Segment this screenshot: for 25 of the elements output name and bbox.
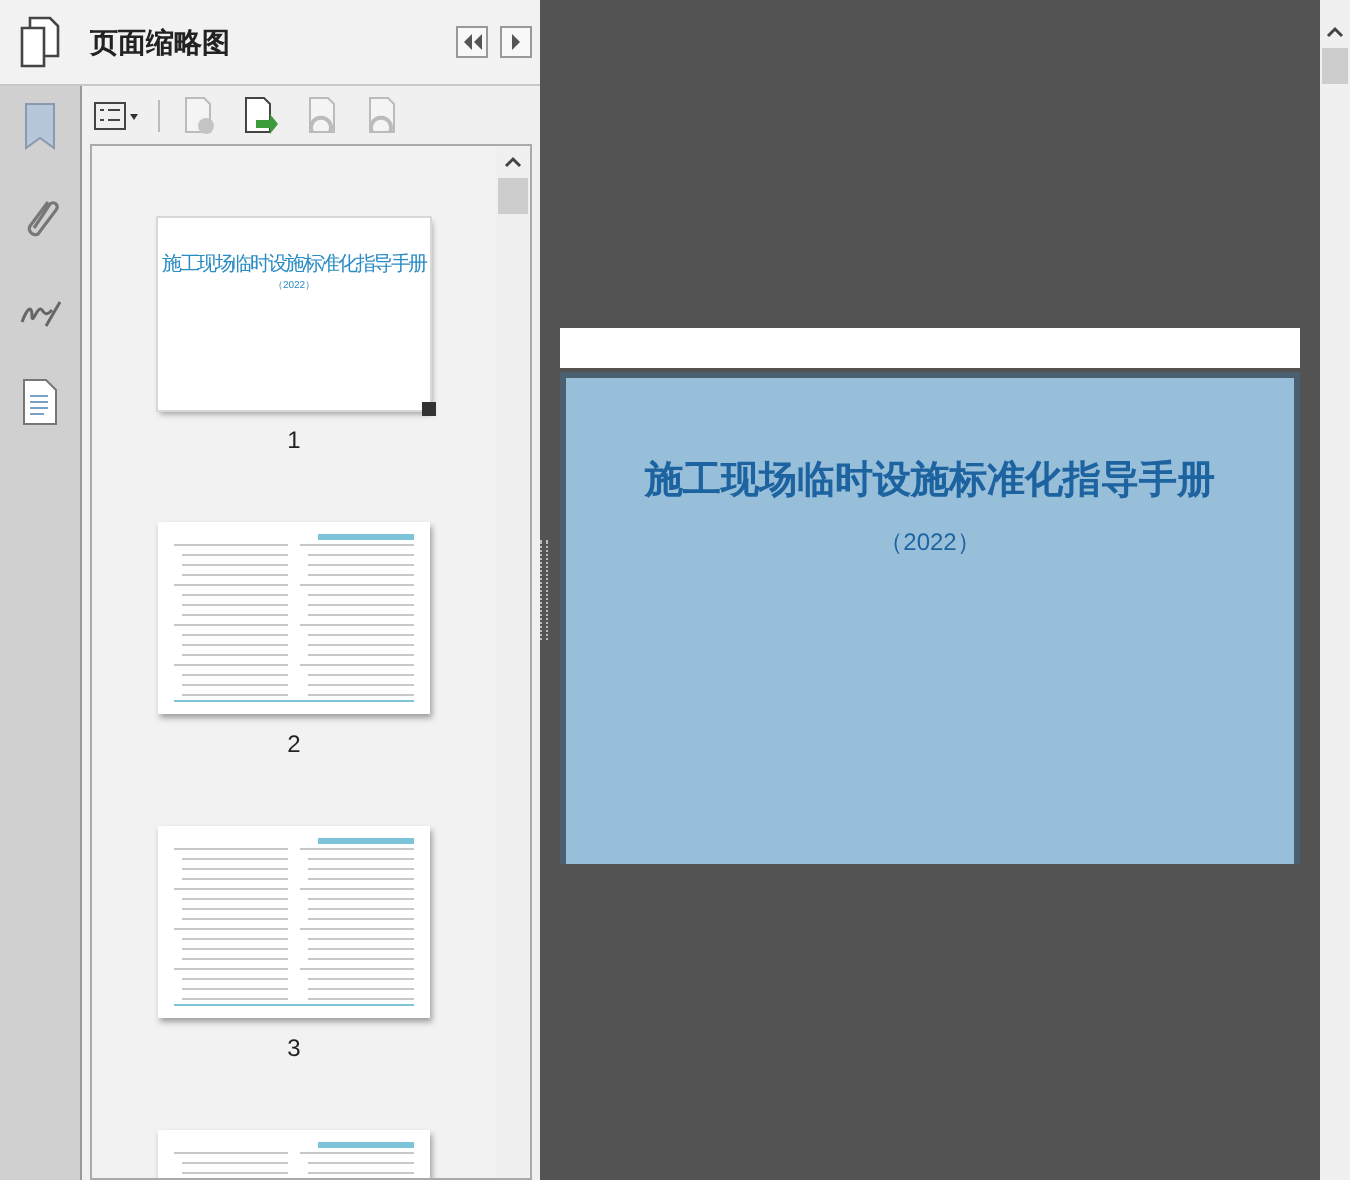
right-arrow-icon	[510, 34, 522, 50]
scrollbar-thumb[interactable]	[498, 178, 528, 214]
resize-handle[interactable]	[422, 402, 436, 416]
page-thumbnail[interactable]	[158, 522, 430, 714]
list-options-icon	[94, 101, 138, 129]
double-left-arrow-icon	[462, 34, 482, 50]
collapse-button[interactable]	[456, 26, 488, 58]
panel-title: 页面缩略图	[90, 23, 230, 61]
page-thumbnail[interactable]	[158, 826, 430, 1018]
scroll-up-icon[interactable]	[1326, 26, 1344, 38]
document-icon[interactable]	[18, 378, 62, 426]
scrollbar-thumb[interactable]	[1322, 48, 1348, 84]
document-subtitle: （2022）	[879, 525, 981, 559]
scroll-up-icon[interactable]	[504, 156, 522, 168]
document-title: 施工现场临时设施标准化指导手册	[645, 457, 1215, 506]
thumbnail-title: 施工现场临时设施标准化指导手册	[161, 254, 426, 278]
page-number: 1	[287, 424, 301, 458]
pages-icon[interactable]	[16, 16, 64, 68]
insert-page-icon[interactable]	[240, 95, 280, 135]
options-button[interactable]	[94, 101, 138, 129]
expand-button[interactable]	[500, 26, 532, 58]
page-number: 2	[287, 728, 301, 762]
page-number: 3	[287, 1032, 301, 1066]
splitter-handle[interactable]	[540, 540, 548, 640]
scrollbar[interactable]	[1320, 0, 1350, 1180]
